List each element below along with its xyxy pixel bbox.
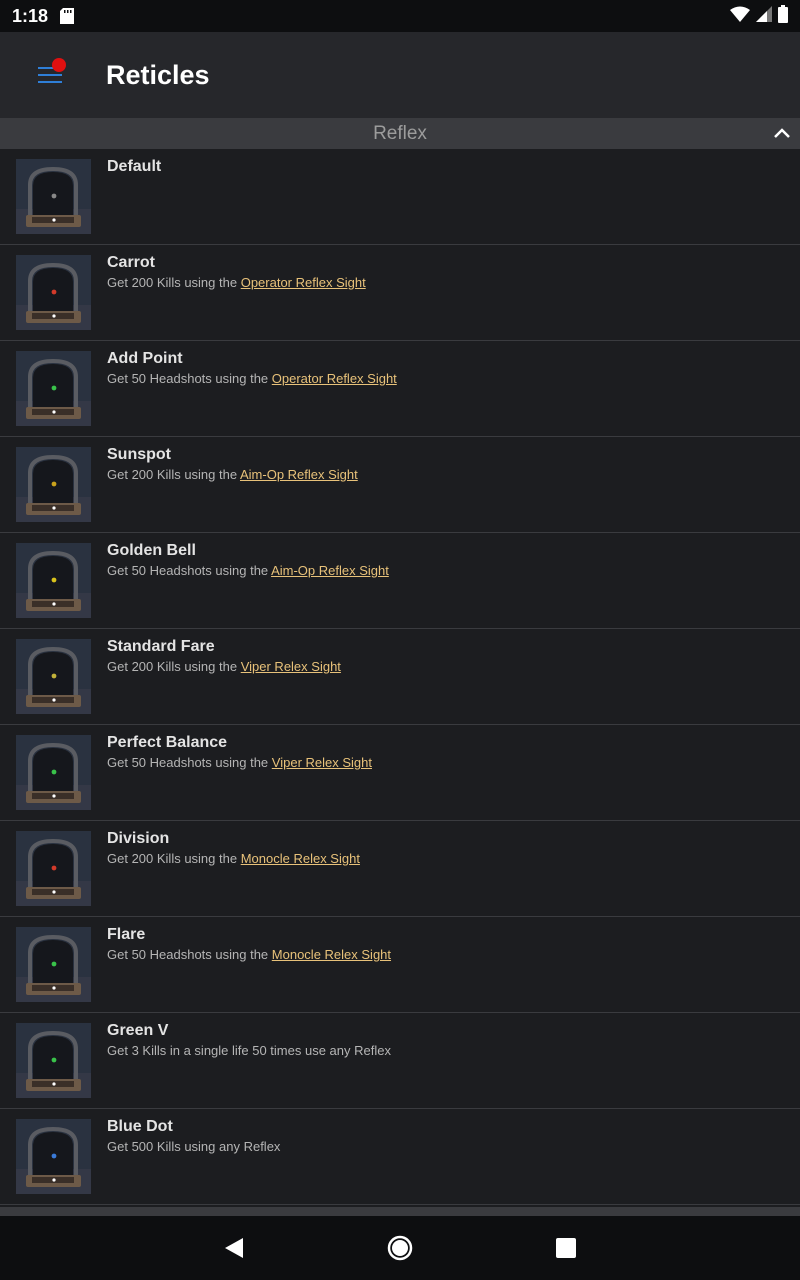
reticle-thumbnail [16, 447, 91, 522]
signal-icon [756, 5, 772, 27]
sight-link[interactable]: Viper Relex Sight [272, 755, 372, 770]
reticle-title: Default [107, 158, 162, 175]
reticle-requirement: Get 50 Headshots using the Monocle Relex… [107, 947, 391, 963]
status-bar: 1:18 [0, 0, 800, 32]
recents-square-icon[interactable] [553, 1235, 579, 1261]
reticle-thumbnail [16, 159, 91, 234]
reticle-title: Standard Fare [107, 638, 215, 655]
reticle-thumbnail [16, 1023, 91, 1098]
reticle-requirement: Get 3 Kills in a single life 50 times us… [107, 1043, 391, 1059]
reticle-thumbnail [16, 351, 91, 426]
reticle-requirement: Get 50 Headshots using the Aim-Op Reflex… [107, 563, 389, 579]
reticle-requirement: Get 200 Kills using the Viper Relex Sigh… [107, 659, 341, 675]
sight-link[interactable]: Monocle Relex Sight [241, 851, 360, 866]
reticle-requirement: Get 50 Headshots using the Operator Refl… [107, 371, 397, 387]
section-title: Reflex [373, 122, 427, 144]
requirement-text: Get 200 Kills using the [107, 851, 241, 866]
navigation-bar [0, 1216, 800, 1280]
sight-link[interactable]: Monocle Relex Sight [272, 947, 391, 962]
reticle-thumbnail [16, 927, 91, 1002]
reticle-thumbnail [16, 831, 91, 906]
menu-button[interactable] [26, 51, 74, 99]
list-item[interactable]: Sunspot Get 200 Kills using the Aim-Op Re… [0, 437, 800, 533]
reticle-list[interactable]: Default Carrot Get 200 Kills using the Ope… [0, 149, 800, 1207]
notification-dot [52, 58, 66, 72]
list-item[interactable]: Green V Get 3 Kills in a single life 50 t… [0, 1013, 800, 1109]
list-item[interactable]: Add Point Get 50 Headshots using the Oper… [0, 341, 800, 437]
requirement-text: Get 50 Headshots using the [107, 371, 272, 386]
wifi-icon [730, 6, 750, 27]
requirement-text: Get 200 Kills using the [107, 275, 241, 290]
list-item[interactable]: Golden Bell Get 50 Headshots using the Ai… [0, 533, 800, 629]
reticle-thumbnail [16, 735, 91, 810]
list-item[interactable]: Blue Dot Get 500 Kills using any Reflex [0, 1109, 800, 1205]
list-footer-bar [0, 1207, 800, 1216]
reticle-title: Perfect Balance [107, 734, 228, 751]
sight-link[interactable]: Operator Reflex Sight [241, 275, 366, 290]
status-time: 1:18 [12, 5, 49, 26]
reticle-title: Golden Bell [107, 542, 196, 559]
sight-link[interactable]: Operator Reflex Sight [272, 371, 397, 386]
reticle-thumbnail [16, 1119, 91, 1194]
sight-link[interactable]: Aim-Op Reflex Sight [240, 467, 358, 482]
reticle-thumbnail [16, 639, 91, 714]
reticle-requirement: Get 200 Kills using the Monocle Relex Si… [107, 851, 360, 867]
reticle-title: Sunspot [107, 446, 171, 463]
chevron-up-icon[interactable] [772, 123, 792, 143]
battery-icon [778, 4, 788, 28]
list-item[interactable]: Standard Fare Get 200 Kills using the Vip… [0, 629, 800, 725]
reticle-thumbnail [16, 543, 91, 618]
requirement-text: Get 200 Kills using the [107, 659, 241, 674]
reticle-requirement: Get 50 Headshots using the Viper Relex S… [107, 755, 372, 771]
requirement-text: Get 3 Kills in a single life 50 times us… [107, 1043, 391, 1058]
requirement-text: Get 50 Headshots using the [107, 947, 272, 962]
reticle-requirement: Get 200 Kills using the Aim-Op Reflex Si… [107, 467, 358, 483]
list-item[interactable]: Flare Get 50 Headshots using the Monocle … [0, 917, 800, 1013]
requirement-text: Get 500 Kills using any Reflex [107, 1139, 281, 1154]
page-title: Reticles [106, 59, 210, 90]
sight-link[interactable]: Viper Relex Sight [241, 659, 341, 674]
reticle-thumbnail [16, 255, 91, 330]
reticle-title: Division [107, 830, 170, 847]
reticle-title: Blue Dot [107, 1118, 173, 1135]
reticle-title: Green V [107, 1022, 169, 1039]
list-item[interactable]: Carrot Get 200 Kills using the Operator R… [0, 245, 800, 341]
requirement-text: Get 200 Kills using the [107, 467, 240, 482]
sd-card-icon [60, 8, 75, 24]
back-triangle-icon[interactable] [221, 1235, 247, 1261]
reticle-title: Flare [107, 926, 146, 943]
home-circle-icon[interactable] [387, 1235, 413, 1261]
reticle-requirement: Get 500 Kills using any Reflex [107, 1139, 280, 1155]
sight-link[interactable]: Aim-Op Reflex Sight [271, 563, 389, 578]
reticle-title: Carrot [107, 254, 156, 271]
section-header-reflex[interactable]: Reflex [0, 118, 800, 149]
requirement-text: Get 50 Headshots using the [107, 563, 272, 578]
list-item[interactable]: Division Get 200 Kills using the Monocle … [0, 821, 800, 917]
list-item[interactable]: Perfect Balance Get 50 Headshots using th… [0, 725, 800, 821]
requirement-text: Get 50 Headshots using the [107, 755, 272, 770]
list-item[interactable]: Default [0, 149, 800, 245]
reticle-title: Add Point [107, 350, 183, 367]
reticle-requirement: Get 200 Kills using the Operator Reflex … [107, 275, 366, 291]
app-bar: Reticles [0, 32, 800, 118]
